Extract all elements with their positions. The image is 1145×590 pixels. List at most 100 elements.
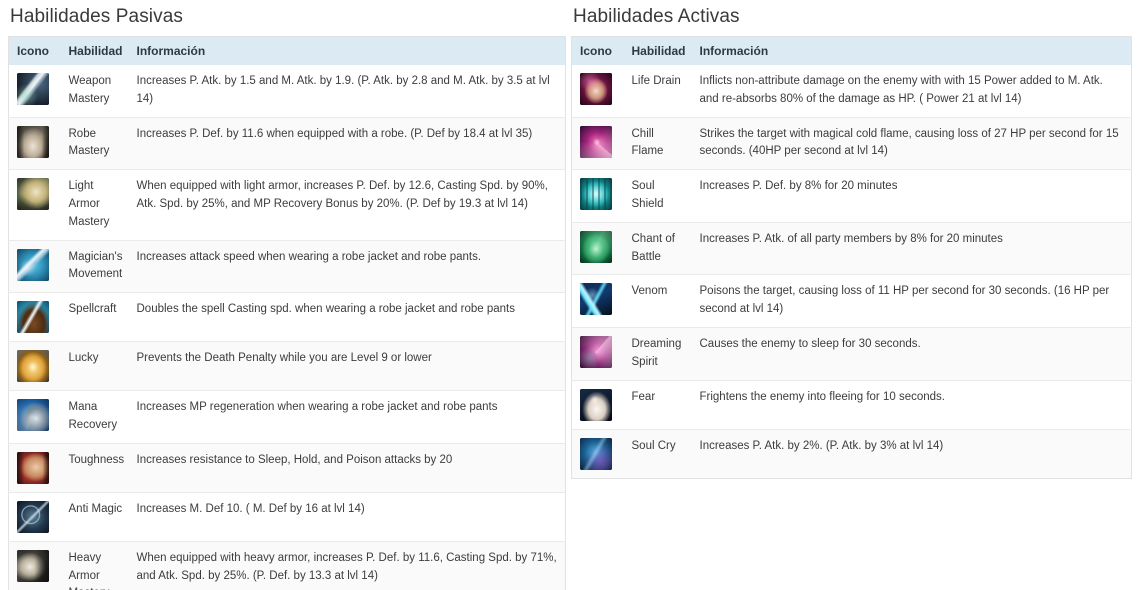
skill-icon-cell bbox=[9, 293, 61, 342]
skill-info: Doubles the spell Casting spd. when wear… bbox=[136, 303, 515, 316]
toughness-icon bbox=[17, 451, 49, 484]
skill-info: Strikes the target with magical cold fla… bbox=[699, 127, 1119, 158]
skill-icon-cell bbox=[9, 342, 61, 391]
table-row: Light Armor Mastery When equipped with l… bbox=[8, 169, 566, 241]
passive-skills-table: Icono Habilidad Información Weapon Maste… bbox=[8, 35, 566, 590]
passive-skills-panel: Habilidades Pasivas Icono Habilidad Info… bbox=[0, 0, 566, 590]
fear-icon bbox=[580, 388, 612, 421]
skill-icon-cell bbox=[9, 443, 61, 492]
skill-icon-cell bbox=[9, 391, 61, 444]
skill-icon-cell bbox=[572, 65, 624, 117]
skill-name: Dreaming Spirit bbox=[631, 338, 682, 368]
light-armor-mastery-icon bbox=[17, 178, 49, 211]
skill-icon-cell bbox=[572, 117, 624, 170]
skill-info: Increases MP regeneration when wearing a… bbox=[136, 401, 498, 414]
skill-info: When equipped with light armor, increase… bbox=[136, 180, 548, 210]
skill-name: Spellcraft bbox=[68, 303, 117, 316]
active-header-row: Icono Habilidad Información bbox=[571, 36, 1132, 65]
passive-header-row: Icono Habilidad Información bbox=[8, 36, 566, 65]
table-row: Heavy Armor Mastery When equipped with h… bbox=[8, 541, 566, 590]
page-title-active: Habilidades Activas bbox=[573, 6, 740, 27]
anti-magic-icon bbox=[17, 500, 49, 533]
weapon-mastery-icon bbox=[17, 72, 49, 105]
skill-info: Increases P. Atk. of all party members b… bbox=[699, 232, 1003, 245]
table-row: Toughness Increases resistance to Sleep,… bbox=[8, 443, 566, 493]
skill-info: Causes the enemy to sleep for 30 seconds… bbox=[699, 338, 921, 351]
table-row: Fear Frightens the enemy into fleeing fo… bbox=[571, 380, 1132, 430]
skills-page: Habilidades Pasivas Icono Habilidad Info… bbox=[0, 0, 1145, 590]
magicians-movement-icon bbox=[17, 248, 49, 281]
column-header-skill: Habilidad bbox=[623, 36, 692, 65]
skill-info: Poisons the target, causing loss of 11 H… bbox=[699, 285, 1110, 316]
skill-name: Light Armor Mastery bbox=[68, 180, 110, 228]
table-row: Robe Mastery Increases P. Def. by 11.6 w… bbox=[8, 117, 566, 170]
skill-name: Venom bbox=[631, 285, 668, 298]
skill-icon-cell bbox=[9, 541, 61, 590]
column-header-icon: Icono bbox=[571, 36, 624, 65]
skill-name: Mana Recovery bbox=[68, 401, 118, 432]
skill-name: Soul Shield bbox=[631, 180, 664, 210]
skill-info: Frightens the enemy into fleeing for 10 … bbox=[699, 390, 945, 403]
column-header-skill: Habilidad bbox=[60, 36, 129, 65]
skill-name: Soul Cry bbox=[631, 439, 676, 452]
table-row: Dreaming Spirit Causes the enemy to slee… bbox=[571, 327, 1132, 381]
skill-info: When equipped with heavy armor, increase… bbox=[136, 551, 557, 582]
table-row: Weapon Mastery Increases P. Atk. by 1.5 … bbox=[8, 64, 566, 118]
skill-info: Increases P. Atk. by 1.5 and M. Atk. by … bbox=[136, 74, 550, 105]
skill-icon-cell bbox=[572, 170, 624, 223]
table-row: Soul Shield Increases P. Def. by 8% for … bbox=[571, 169, 1132, 223]
skill-name: Toughness bbox=[68, 453, 125, 466]
life-drain-icon bbox=[580, 72, 612, 105]
skill-icon-cell bbox=[9, 240, 61, 293]
table-row: Chant of Battle Increases P. Atk. of all… bbox=[571, 222, 1132, 275]
skill-name: Life Drain bbox=[631, 74, 681, 87]
skill-name: Magician's Movement bbox=[68, 250, 123, 281]
skill-name: Fear bbox=[631, 390, 656, 403]
skill-icon-cell bbox=[9, 492, 61, 541]
dreaming-spirit-icon bbox=[580, 336, 612, 369]
skill-info: Inflicts non-attribute damage on the ene… bbox=[699, 74, 1103, 105]
active-table-head: Icono Habilidad Información bbox=[571, 36, 1132, 65]
column-header-icon: Icono bbox=[8, 36, 61, 65]
active-skills-panel: Habilidades Activas Icono Habilidad Info… bbox=[566, 0, 1132, 479]
spellcraft-icon bbox=[17, 301, 49, 334]
skill-name: Chill Flame bbox=[631, 127, 664, 158]
mana-recovery-icon bbox=[17, 399, 49, 432]
table-row: Chill Flame Strikes the target with magi… bbox=[571, 117, 1132, 170]
skill-info: Increases P. Def. by 8% for 20 minutes bbox=[699, 180, 898, 193]
skill-info: Increases attack speed when wearing a ro… bbox=[136, 250, 482, 263]
table-row: Magician's Movement Increases attack spe… bbox=[8, 240, 566, 293]
skill-name: Weapon Mastery bbox=[68, 74, 112, 105]
lucky-icon bbox=[17, 350, 49, 383]
skill-name: Robe Mastery bbox=[68, 127, 110, 158]
chant-of-battle-icon bbox=[580, 230, 612, 263]
skill-icon-cell bbox=[572, 222, 624, 275]
table-row: Anti Magic Increases M. Def 10. ( M. Def… bbox=[8, 492, 566, 542]
active-skills-table: Icono Habilidad Información Life Drain I… bbox=[571, 35, 1132, 479]
skill-icon-cell bbox=[9, 117, 61, 170]
table-row: Spellcraft Doubles the spell Casting spd… bbox=[8, 292, 566, 342]
table-row: Mana Recovery Increases MP regeneration … bbox=[8, 390, 566, 444]
skill-info: Increases M. Def 10. ( M. Def by 16 at l… bbox=[136, 502, 365, 515]
column-header-info: Información bbox=[128, 36, 566, 65]
skill-icon-cell bbox=[572, 429, 624, 478]
active-table-body: Life Drain Inflicts non-attribute damage… bbox=[571, 64, 1132, 479]
venom-icon bbox=[580, 283, 612, 316]
skill-icon-cell bbox=[9, 170, 61, 240]
chill-flame-icon bbox=[580, 125, 612, 158]
skill-name: Lucky bbox=[68, 352, 99, 365]
heavy-armor-mastery-icon bbox=[17, 549, 49, 582]
skill-icon-cell bbox=[572, 380, 624, 429]
skill-icon-cell bbox=[9, 65, 61, 117]
table-row: Life Drain Inflicts non-attribute damage… bbox=[571, 64, 1132, 118]
skill-name: Chant of Battle bbox=[631, 232, 675, 263]
table-row: Venom Poisons the target, causing loss o… bbox=[571, 274, 1132, 328]
skill-name: Heavy Armor Mastery bbox=[68, 551, 110, 590]
skill-info: Increases resistance to Sleep, Hold, and… bbox=[136, 453, 453, 466]
robe-mastery-icon bbox=[17, 125, 49, 158]
soul-shield-icon bbox=[580, 178, 612, 211]
skill-icon-cell bbox=[572, 275, 624, 328]
column-header-info: Información bbox=[691, 36, 1132, 65]
skill-info: Increases P. Atk. by 2%. (P. Atk. by 3% … bbox=[699, 439, 944, 452]
table-row: Soul Cry Increases P. Atk. by 2%. (P. At… bbox=[571, 429, 1132, 479]
